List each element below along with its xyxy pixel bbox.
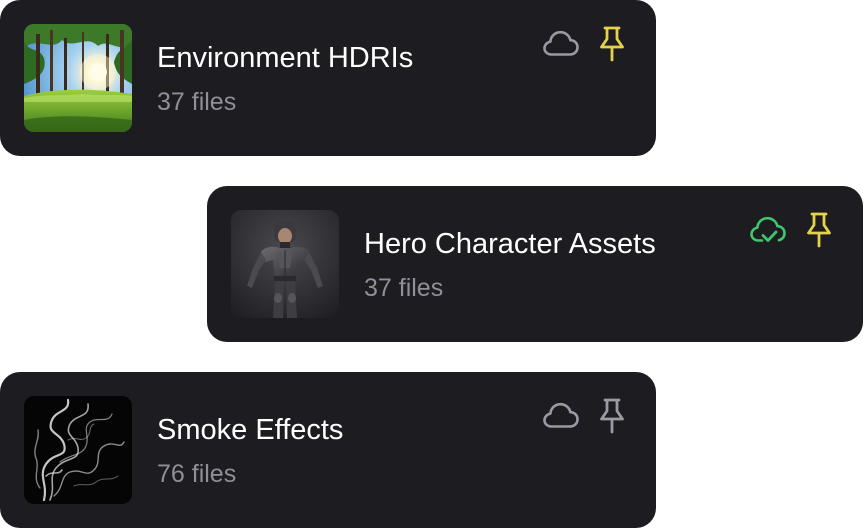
collection-file-count: 37 files bbox=[157, 88, 237, 116]
collection-card-hero-character-assets[interactable]: Hero Character Assets 37 files bbox=[207, 186, 863, 342]
pin-icon[interactable] bbox=[594, 396, 630, 436]
cloud-icon[interactable] bbox=[541, 398, 581, 434]
cloud-icon[interactable] bbox=[541, 26, 581, 62]
collection-title: Smoke Effects bbox=[157, 414, 344, 446]
cloud-check-icon[interactable] bbox=[748, 212, 788, 248]
smoke-thumbnail bbox=[24, 396, 132, 504]
collection-file-count: 37 files bbox=[364, 274, 444, 302]
pin-icon[interactable] bbox=[594, 24, 630, 64]
collection-file-count: 76 files bbox=[157, 460, 237, 488]
hero-character-thumbnail bbox=[231, 210, 339, 318]
forest-thumbnail bbox=[24, 24, 132, 132]
pin-icon[interactable] bbox=[801, 210, 837, 250]
collection-card-smoke-effects[interactable]: Smoke Effects 76 files bbox=[0, 372, 656, 528]
collection-card-environment-hdris[interactable]: Environment HDRIs 37 files bbox=[0, 0, 656, 156]
collection-title: Hero Character Assets bbox=[364, 228, 656, 260]
collection-title: Environment HDRIs bbox=[157, 42, 414, 74]
